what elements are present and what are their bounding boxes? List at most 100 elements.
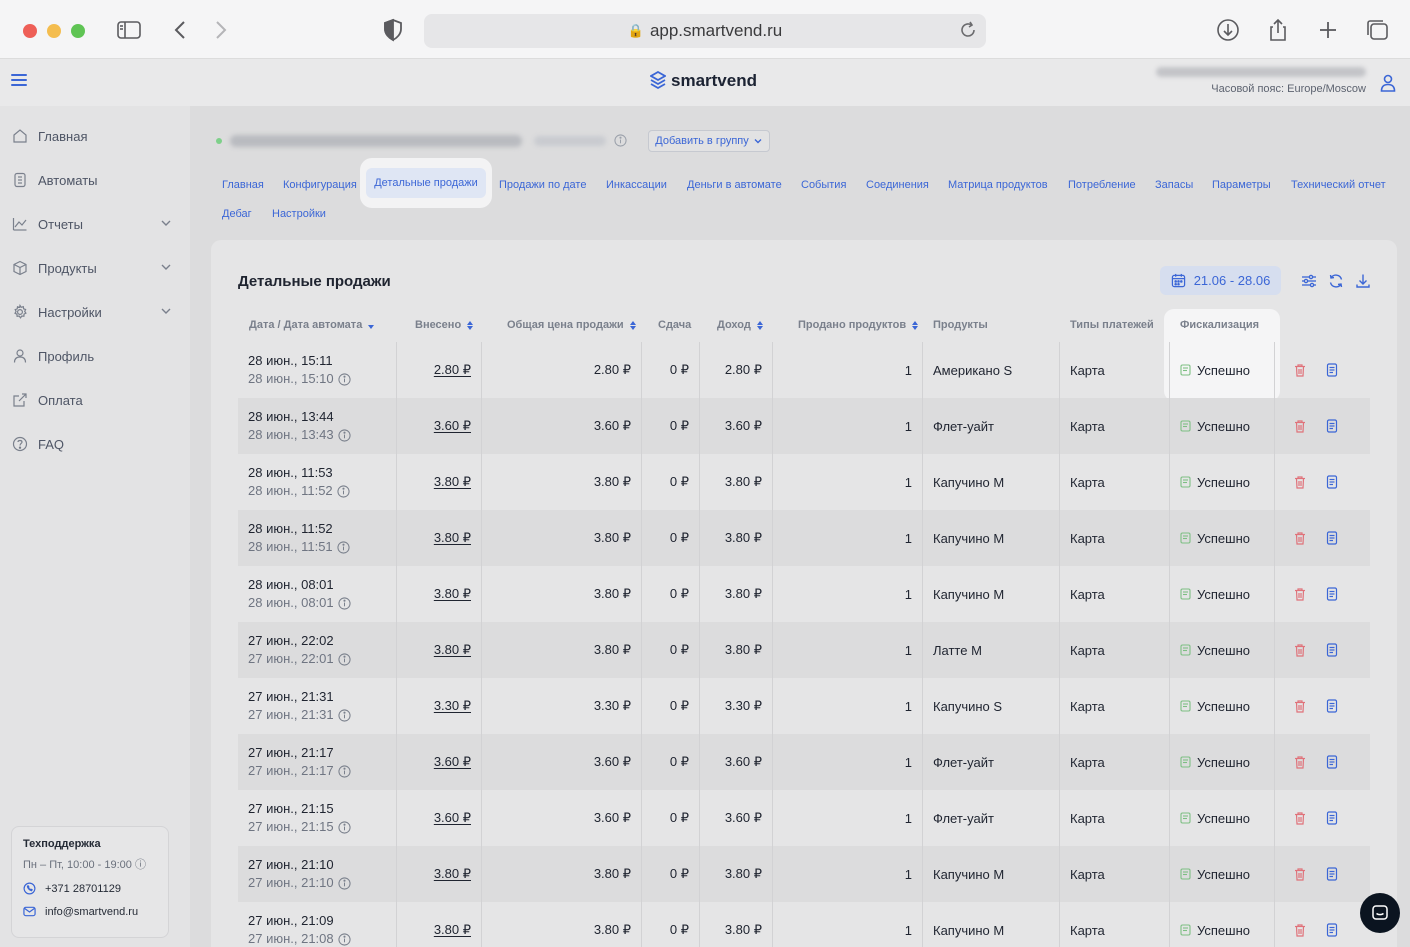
receipt-icon[interactable] [1326, 755, 1338, 769]
minimize-window-button[interactable] [47, 24, 61, 38]
tab-4[interactable]: Инкассации [606, 177, 667, 193]
support-phone[interactable]: +371 28701129 [23, 882, 157, 895]
delete-icon[interactable] [1294, 811, 1306, 825]
info-icon[interactable] [614, 134, 627, 147]
date-range-picker[interactable]: 21.06 - 28.06 [1160, 266, 1281, 295]
forward-icon[interactable] [207, 17, 233, 43]
add-to-group-dropdown[interactable]: Добавить в группу [648, 130, 770, 152]
table-row[interactable]: 28 июн., 11:53 28 июн., 11:52 3.80 ₽ 3.80 ₽… [238, 454, 1370, 510]
receipt-icon[interactable] [1326, 475, 1338, 489]
column-header-5[interactable]: Продано продуктов [798, 319, 919, 331]
delete-icon[interactable] [1294, 643, 1306, 657]
close-window-button[interactable] [23, 24, 37, 38]
info-icon[interactable] [338, 708, 351, 722]
new-tab-icon[interactable] [1315, 17, 1341, 43]
table-row[interactable]: 27 июн., 22:02 27 июн., 22:01 3.80 ₽ 3.80 ₽… [238, 622, 1370, 678]
table-row[interactable]: 28 июн., 08:01 28 июн., 08:01 3.80 ₽ 3.80 ₽… [238, 566, 1370, 622]
paid-amount[interactable]: 2.80 ₽ [434, 362, 471, 378]
shield-icon[interactable] [380, 17, 406, 43]
info-icon[interactable] [337, 540, 350, 554]
table-row[interactable]: 27 июн., 21:09 27 июн., 21:08 3.80 ₽ 3.80 ₽… [238, 902, 1370, 947]
paid-amount[interactable]: 3.80 ₽ [434, 642, 471, 658]
tab-14[interactable]: Настройки [272, 206, 326, 222]
sidebar-item-2[interactable]: Отчеты [12, 212, 176, 236]
receipt-icon[interactable] [1326, 811, 1338, 825]
paid-amount[interactable]: 3.60 ₽ [434, 754, 471, 770]
download-icon[interactable] [1355, 273, 1371, 289]
info-icon[interactable] [338, 372, 351, 386]
support-email[interactable]: info@smartvend.ru [23, 905, 157, 918]
column-header-4[interactable]: Доход [717, 319, 763, 331]
info-icon[interactable] [338, 820, 351, 834]
delete-icon[interactable] [1294, 363, 1306, 377]
address-bar[interactable]: 🔒 app.smartvend.ru [424, 14, 986, 48]
tab-8[interactable]: Матрица продуктов [948, 177, 1048, 193]
delete-icon[interactable] [1294, 587, 1306, 601]
user-icon[interactable] [1380, 74, 1396, 92]
sidebar-toggle-icon[interactable] [116, 17, 142, 43]
tab-2[interactable]: Детальные продажи [366, 168, 486, 198]
column-header-1[interactable]: Внесено [415, 319, 474, 331]
table-row[interactable]: 28 июн., 11:52 28 июн., 11:51 3.80 ₽ 3.80 ₽… [238, 510, 1370, 566]
table-row[interactable]: 27 июн., 21:10 27 июн., 21:10 3.80 ₽ 3.80 ₽… [238, 846, 1370, 902]
info-icon[interactable] [338, 876, 351, 890]
sidebar-item-6[interactable]: Оплата [12, 388, 176, 412]
sidebar-item-4[interactable]: Настройки [12, 300, 176, 324]
paid-amount[interactable]: 3.80 ₽ [434, 474, 471, 490]
sort-icon[interactable] [912, 320, 919, 330]
tab-6[interactable]: События [801, 177, 846, 193]
delete-icon[interactable] [1294, 755, 1306, 769]
sort-icon[interactable] [756, 320, 763, 330]
table-row[interactable]: 27 июн., 21:17 27 июн., 21:17 3.60 ₽ 3.60 ₽… [238, 734, 1370, 790]
sidebar-item-5[interactable]: Профиль [12, 344, 176, 368]
menu-icon[interactable] [11, 74, 27, 88]
delete-icon[interactable] [1294, 867, 1306, 881]
download-icon[interactable] [1215, 17, 1241, 43]
paid-amount[interactable]: 3.60 ₽ [434, 418, 471, 434]
delete-icon[interactable] [1294, 699, 1306, 713]
receipt-icon[interactable] [1326, 699, 1338, 713]
tab-7[interactable]: Соединения [866, 177, 929, 193]
table-row[interactable]: 28 июн., 13:44 28 июн., 13:43 3.60 ₽ 3.60 ₽… [238, 398, 1370, 454]
paid-amount[interactable]: 3.60 ₽ [434, 810, 471, 826]
share-icon[interactable] [1265, 17, 1291, 43]
info-icon[interactable] [338, 932, 351, 946]
receipt-icon[interactable] [1326, 923, 1338, 937]
paid-amount[interactable]: 3.80 ₽ [434, 866, 471, 882]
sidebar-item-0[interactable]: Главная [12, 124, 176, 148]
table-row[interactable]: 27 июн., 21:15 27 июн., 21:15 3.60 ₽ 3.60 ₽… [238, 790, 1370, 846]
sort-desc-icon[interactable] [368, 325, 375, 329]
tab-0[interactable]: Главная [222, 177, 264, 193]
tab-12[interactable]: Технический отчет [1291, 177, 1386, 193]
back-icon[interactable] [168, 17, 194, 43]
refresh-icon[interactable] [1328, 273, 1344, 289]
logo[interactable]: smartvend [650, 71, 757, 91]
delete-icon[interactable] [1294, 923, 1306, 937]
delete-icon[interactable] [1294, 531, 1306, 545]
receipt-icon[interactable] [1326, 363, 1338, 377]
tab-overview-icon[interactable] [1364, 17, 1390, 43]
sidebar-item-7[interactable]: FAQ [12, 432, 176, 456]
sort-icon[interactable] [629, 320, 636, 330]
delete-icon[interactable] [1294, 419, 1306, 433]
table-row[interactable]: 27 июн., 21:31 27 июн., 21:31 3.30 ₽ 3.30 ₽… [238, 678, 1370, 734]
chat-button[interactable] [1360, 893, 1400, 933]
delete-icon[interactable] [1294, 475, 1306, 489]
tab-9[interactable]: Потребление [1068, 177, 1136, 193]
info-icon[interactable] [338, 596, 351, 610]
tab-11[interactable]: Параметры [1212, 177, 1271, 193]
info-icon[interactable] [338, 652, 351, 666]
table-row[interactable]: 28 июн., 15:11 28 июн., 15:10 2.80 ₽ 2.80 ₽… [238, 342, 1370, 398]
paid-amount[interactable]: 3.80 ₽ [434, 922, 471, 938]
sort-icon[interactable] [467, 320, 474, 330]
tab-1[interactable]: Конфигурация [283, 177, 357, 193]
receipt-icon[interactable] [1326, 587, 1338, 601]
receipt-icon[interactable] [1326, 419, 1338, 433]
paid-amount[interactable]: 3.80 ₽ [434, 530, 471, 546]
column-header-2[interactable]: Общая цена продажи [507, 319, 636, 331]
zoom-window-button[interactable] [71, 24, 85, 38]
tab-3[interactable]: Продажи по дате [499, 177, 586, 193]
info-icon[interactable] [337, 484, 350, 498]
column-header-0[interactable]: Дата / Дата автомата [249, 319, 375, 331]
receipt-icon[interactable] [1326, 643, 1338, 657]
